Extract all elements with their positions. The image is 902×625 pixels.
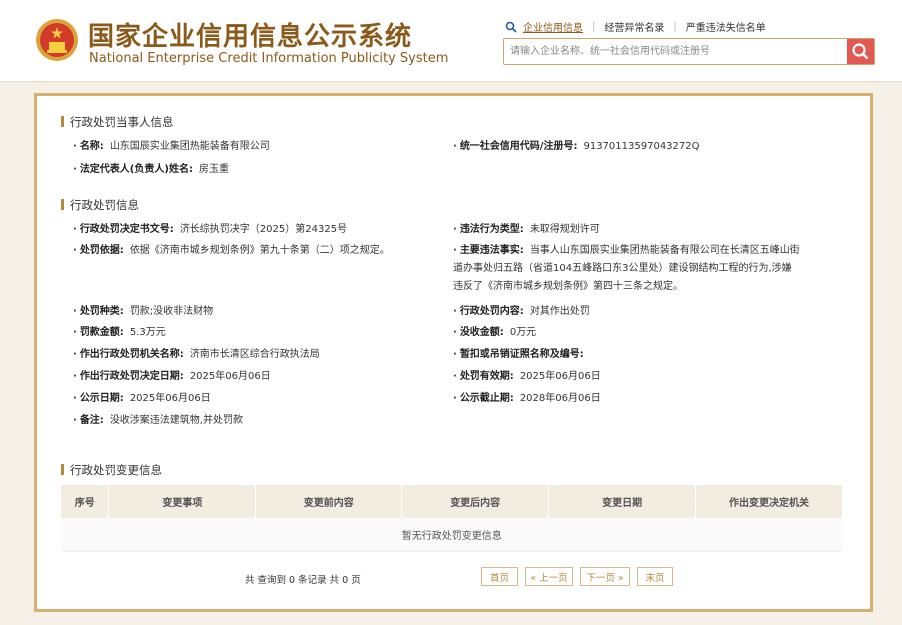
site-subtitle: National Enterprise Credit Information P…: [89, 51, 449, 66]
field-fine: · 罚款金额: 5.3万元: [73, 327, 166, 338]
change-table: 序号 变更事项 变更前内容 变更后内容 变更日期 作出变更决定机关 暂无行政处罚…: [61, 485, 843, 552]
table-header-row: 序号 变更事项 变更前内容 变更后内容 变更日期 作出变更决定机关: [61, 485, 843, 518]
field-publish-date-label: 公示日期:: [79, 393, 124, 404]
prev-page-button[interactable]: « 上一页: [525, 567, 573, 586]
field-license-label: 暂扣或吊销证照名称及编号:: [459, 349, 584, 360]
field-penalty-content: · 行政处罚内容: 对其作出处罚: [453, 306, 590, 317]
detail-panel: 行政处罚当事人信息 · 名称: 山东国辰实业集团热能装备有限公司 · 统一社会信用代码…: [34, 93, 873, 612]
field-decision-doc-label: 行政处罚决定书文号:: [79, 224, 174, 235]
field-name-value: 山东国辰实业集团热能装备有限公司: [109, 141, 270, 152]
field-violation-type-value: 未取得规划许可: [529, 224, 600, 235]
site-title: 国家企业信用信息公示系统: [88, 22, 413, 52]
field-decision-doc: · 行政处罚决定书文号: 济长综执罚决字（2025）第24325号: [73, 224, 348, 235]
field-legal-rep: · 法定代表人(负责人)姓名: 房玉重: [73, 164, 229, 175]
field-authority: · 作出行政处罚机关名称: 济南市长清区综合行政执法局: [73, 349, 320, 360]
nav-link-blacklist[interactable]: 严重违法失信名单: [686, 19, 766, 34]
field-license: · 暂扣或吊销证照名称及编号:: [453, 349, 584, 360]
column-header: 变更前内容: [255, 485, 403, 518]
field-penalty-kind-value: 罚款;没收非法财物: [129, 306, 214, 317]
nav-link-abnormal-list[interactable]: 经营异常名录: [604, 19, 664, 34]
field-name-label: 名称:: [79, 141, 104, 152]
field-legal-rep-value: 房玉重: [198, 164, 229, 175]
field-penalty-kind-label: 处罚种类:: [79, 306, 124, 317]
field-violation-type: · 违法行为类型: 未取得规划许可: [453, 224, 600, 235]
empty-message: 暂无行政处罚变更信息: [61, 518, 843, 552]
national-emblem-icon: [36, 19, 78, 61]
field-authority-value: 济南市长清区综合行政执法局: [189, 349, 320, 360]
field-penalty-kind: · 处罚种类: 罚款;没收非法财物: [73, 306, 214, 317]
field-legal-rep-label: 法定代表人(负责人)姓名:: [79, 164, 193, 175]
nav-separator: |: [673, 21, 677, 32]
section-title-changes: 行政处罚变更信息: [61, 462, 162, 478]
field-valid-period-value: 2025年06月06日: [519, 371, 601, 382]
pager-summary: 共 查询到 0 条记录 共 0 页: [245, 575, 361, 586]
field-note-value: 没收涉案违法建筑物,并处罚款: [109, 415, 243, 426]
field-valid-period: · 处罚有效期: 2025年06月06日: [453, 371, 601, 382]
table-row: 暂无行政处罚变更信息: [61, 518, 843, 552]
field-publish-date-value: 2025年06月06日: [129, 393, 211, 404]
field-decision-doc-value: 济长综执罚决字（2025）第24325号: [179, 224, 348, 235]
field-violation-type-label: 违法行为类型:: [459, 224, 524, 235]
field-penalty-content-label: 行政处罚内容:: [459, 306, 524, 317]
magnifier-icon: [852, 43, 869, 60]
column-header: 变更后内容: [401, 485, 550, 518]
field-credit-code-label: 统一社会信用代码/注册号:: [459, 141, 578, 152]
search-button[interactable]: [847, 39, 874, 64]
site-header: 国家企业信用信息公示系统 National Enterprise Credit …: [0, 0, 902, 82]
field-decision-date: · 作出行政处罚决定日期: 2025年06月06日: [73, 371, 271, 382]
search-icon: [505, 21, 517, 33]
nav-separator: |: [592, 21, 596, 32]
field-facts: · 主要违法事实: 当事人山东国辰实业集团热能装备有限公司在长清区五峰山街道办事处归…: [453, 245, 800, 292]
field-decision-date-value: 2025年06月06日: [189, 371, 271, 382]
field-penalty-content-value: 对其作出处罚: [529, 306, 590, 317]
field-note-label: 备注:: [79, 415, 104, 426]
field-publish-end-value: 2028年06月06日: [519, 393, 601, 404]
field-publish-date: · 公示日期: 2025年06月06日: [73, 393, 211, 404]
field-fine-value: 5.3万元: [129, 327, 166, 338]
column-header: 变更事项: [108, 485, 257, 518]
field-facts-label: 主要违法事实:: [459, 245, 524, 256]
field-basis-value: 依据《济南市城乡规划条例》第九十条第（二）项之规定。: [129, 245, 390, 256]
field-note: · 备注: 没收涉案违法建筑物,并处罚款: [73, 415, 243, 426]
field-confiscation-value: 0万元: [509, 327, 537, 338]
field-decision-date-label: 作出行政处罚决定日期:: [79, 371, 184, 382]
field-publish-end: · 公示截止期: 2028年06月06日: [453, 393, 601, 404]
column-header: 变更日期: [548, 485, 697, 518]
field-credit-code-value: 91370113597043272Q: [583, 141, 700, 152]
field-publish-end-label: 公示截止期:: [459, 393, 514, 404]
section-title-party: 行政处罚当事人信息: [61, 114, 174, 130]
next-page-button[interactable]: 下一页 »: [580, 567, 630, 586]
field-basis-label: 处罚依据:: [79, 245, 124, 256]
field-basis: · 处罚依据: 依据《济南市城乡规划条例》第九十条第（二）项之规定。: [73, 245, 390, 256]
column-header: 序号: [61, 485, 110, 518]
field-name: · 名称: 山东国辰实业集团热能装备有限公司: [73, 141, 270, 152]
last-page-button[interactable]: 末页: [637, 567, 673, 586]
column-header: 作出变更决定机关: [695, 485, 843, 518]
first-page-button[interactable]: 首页: [481, 567, 518, 586]
nav-link-credit-info[interactable]: 企业信用信息: [523, 19, 583, 34]
field-confiscation: · 没收金额: 0万元: [453, 327, 537, 338]
field-valid-period-label: 处罚有效期:: [459, 371, 514, 382]
search-box: [503, 38, 875, 65]
field-fine-label: 罚款金额:: [79, 327, 124, 338]
field-credit-code: · 统一社会信用代码/注册号: 91370113597043272Q: [453, 141, 700, 152]
field-authority-label: 作出行政处罚机关名称:: [79, 349, 184, 360]
field-confiscation-label: 没收金额:: [459, 327, 504, 338]
search-input[interactable]: [504, 39, 846, 64]
section-title-penalty: 行政处罚信息: [61, 197, 139, 213]
top-nav: 企业信用信息 | 经营异常名录 | 严重违法失信名单: [505, 19, 766, 34]
